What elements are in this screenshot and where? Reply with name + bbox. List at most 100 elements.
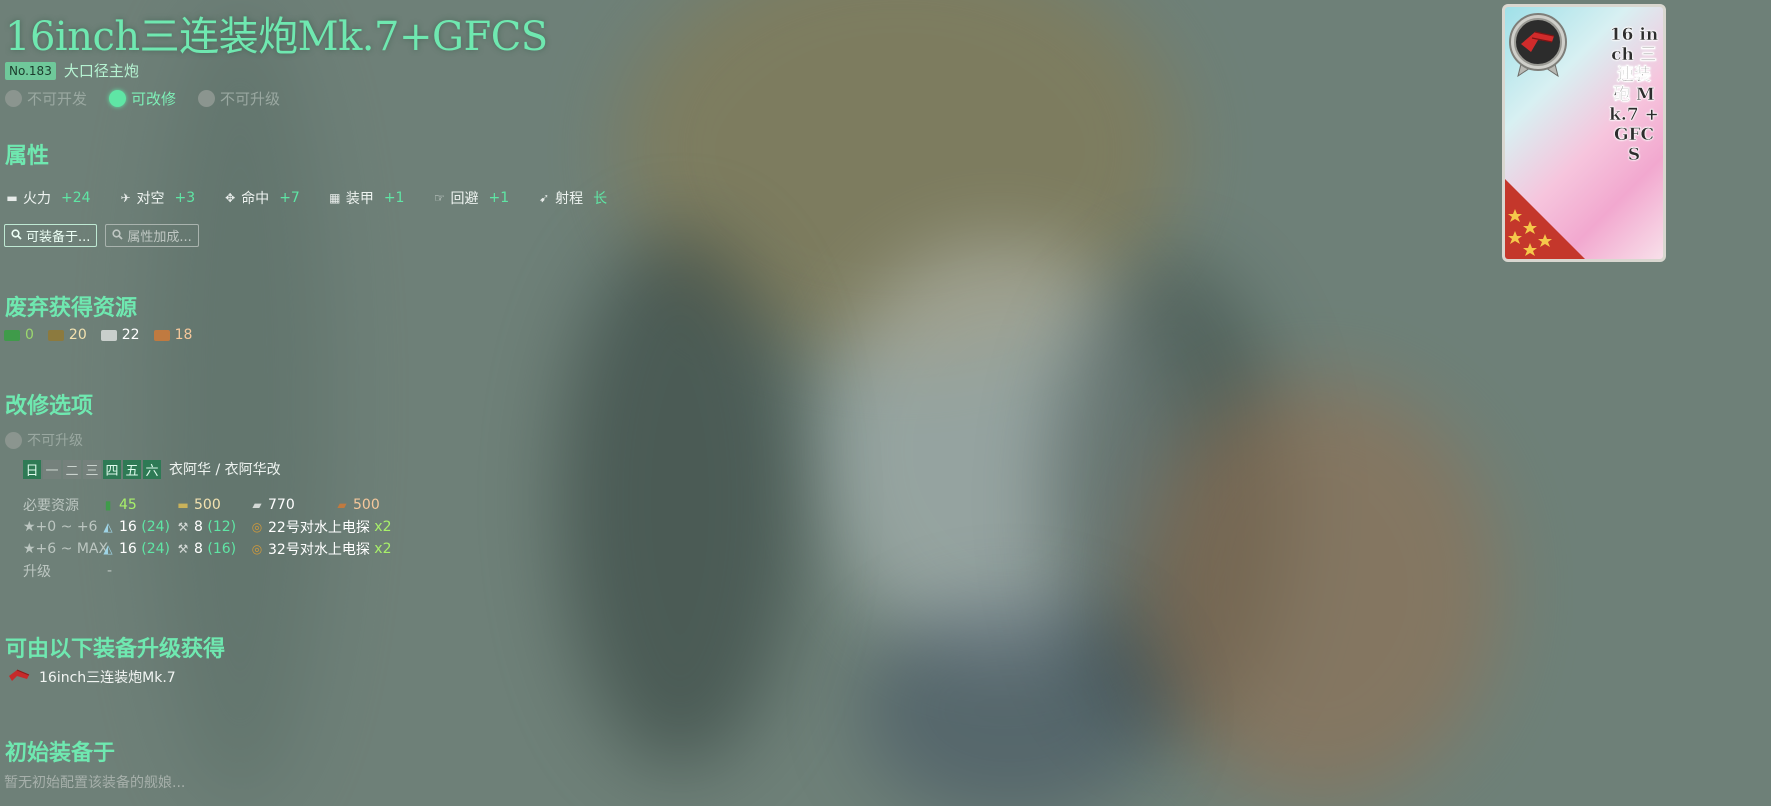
ammo-icon: ▬ — [177, 498, 189, 512]
required-fuel: ▮ 45 — [101, 497, 176, 513]
table-row: ★+0 ~ +6 ◭ 16 (24) ⚒ 8 (12) ◎ 22号对水上电探 x… — [23, 516, 391, 538]
status-dot-icon — [109, 90, 127, 107]
stat-value: 长 — [593, 191, 608, 207]
scrap-fuel-value: 0 — [25, 327, 34, 343]
day-tuesday: 二 — [63, 459, 81, 479]
equippable-by-label: 可装备于... — [26, 230, 91, 245]
table-row-required: 必要资源 ▮ 45 ▬ 500 ▰ 770 ▰ 500 — [23, 494, 391, 516]
stat-value: +1 — [383, 190, 405, 206]
section-heading-stats: 属性 — [5, 143, 50, 169]
devmat-value: 16 — [119, 541, 137, 557]
development-material-icon: ◭ — [103, 520, 113, 534]
equipment-type: 大口径主炮 — [63, 62, 139, 80]
accuracy-icon: ✥ — [225, 191, 236, 205]
improvement-screw-icon: ⚒ — [177, 542, 189, 556]
screw-sure-value: (16) — [207, 541, 237, 557]
improvement-range-label: ★+6 ~ MAX — [23, 541, 109, 557]
equipment-cost-count: x2 — [374, 519, 392, 535]
stat-armor: ▦ 装甲 +1 — [328, 188, 405, 208]
firepower-icon: ▬ — [6, 191, 18, 205]
stat-label: 射程 — [555, 191, 584, 207]
steel-icon — [100, 329, 117, 341]
scrap-steel-value: 22 — [121, 327, 140, 343]
improvement-upgrade-flag-label: 不可升级 — [27, 433, 83, 449]
scrap-ammo: 20 — [47, 327, 87, 343]
stat-label: 火力 — [23, 191, 51, 207]
scrap-bauxite: 18 — [153, 327, 193, 343]
flag-develop: 不可开发 — [5, 88, 87, 109]
fuel-icon — [4, 329, 20, 341]
section-heading-upgrade-from: 可由以下装备升级获得 — [5, 636, 226, 662]
equipment-detail-page: 16inch三连装炮Mk.7+GFCS No.183 大口径主炮 不可开发 可改… — [0, 0, 1771, 806]
radar-icon: ◎ — [251, 542, 263, 556]
required-bauxite: ▰ 500 — [335, 497, 380, 513]
scrap-resources: 0 20 22 18 — [4, 327, 206, 343]
stat-accuracy: ✥ 命中 +7 — [223, 188, 300, 208]
screw-sure-value: (12) — [207, 519, 237, 535]
devmat-value: 16 — [119, 519, 137, 535]
stat-label: 装甲 — [345, 191, 374, 207]
day-saturday: 六 — [143, 459, 161, 479]
flag-improvable-label: 可改修 — [131, 90, 177, 108]
bauxite-icon — [153, 329, 170, 341]
development-material-icon: ◭ — [103, 542, 113, 556]
improvement-table: 必要资源 ▮ 45 ▬ 500 ▰ 770 ▰ 500 ★+0 ~ +6 ◭ 1 — [23, 494, 391, 582]
improvement-screw-icon: ⚒ — [177, 520, 189, 534]
required-ammo: ▬ 500 — [176, 497, 250, 513]
day-friday: 五 — [123, 459, 141, 479]
stat-range: ➹ 射程 长 — [537, 188, 607, 208]
equipment-subtitle: No.183 大口径主炮 — [5, 60, 139, 81]
equipment-cost-name: 32号对水上电探 — [268, 542, 370, 558]
equipment-number-badge: No.183 — [5, 61, 56, 80]
search-icon — [11, 228, 22, 243]
stat-label: 回避 — [450, 191, 479, 207]
main-gun-icon — [8, 667, 30, 687]
stat-bonus-label: 属性加成... — [127, 230, 192, 245]
stat-evasion: ☞ 回避 +1 — [432, 188, 509, 208]
armor-icon: ▦ — [329, 191, 341, 205]
equippable-by-button[interactable]: 可装备于... — [4, 224, 98, 247]
improvement-days: 日 一 二 三 四 五 六 衣阿华 / 衣阿华改 — [23, 459, 281, 479]
status-dot-icon — [5, 90, 22, 107]
card-title: 16 inch 三連装砲 Mk.7 + GFCS — [1609, 25, 1659, 165]
stat-value: +1 — [488, 190, 510, 206]
required-bauxite-value: 500 — [353, 497, 380, 513]
stat-label: 对空 — [136, 191, 165, 207]
equipment-cost-name: 22号对水上电探 — [268, 520, 370, 536]
required-steel-value: 770 — [268, 497, 295, 513]
stat-anti-air: ✈ 对空 +3 — [119, 188, 196, 208]
flag-upgradable: 不可升级 — [198, 88, 280, 109]
required-label: 必要资源 — [23, 498, 79, 514]
steel-icon: ▰ — [252, 498, 262, 512]
required-steel: ▰ 770 — [250, 497, 335, 513]
equipment-card: 16 inch 三連装砲 Mk.7 + GFCS — [1502, 4, 1666, 262]
stat-value: +7 — [279, 190, 300, 206]
devmat-cost: ◭ 16 (24) — [101, 519, 176, 535]
scrap-bauxite-value: 18 — [174, 327, 193, 343]
main-gun-emblem-icon — [1509, 13, 1567, 78]
table-row: ★+6 ~ MAX ◭ 16 (24) ⚒ 8 (16) ◎ 32号对水上电探 … — [23, 538, 391, 560]
upgrade-from-item[interactable]: 16inch三连装炮Mk.7 — [8, 667, 176, 687]
screw-value: 8 — [194, 519, 203, 535]
stats-buttons: 可装备于... 属性加成... — [4, 224, 199, 247]
stat-label: 命中 — [241, 191, 270, 207]
range-icon: ➹ — [539, 191, 550, 205]
anti-air-icon: ✈ — [120, 191, 131, 205]
stat-bonus-button[interactable]: 属性加成... — [105, 224, 199, 247]
day-sunday: 日 — [23, 459, 41, 479]
day-wednesday: 三 — [83, 459, 101, 479]
initial-empty-text: 暂无初始配置该装备的舰娘... — [4, 775, 186, 791]
fuel-icon: ▮ — [104, 498, 112, 512]
upgrade-value: - — [107, 563, 113, 579]
search-icon — [112, 228, 124, 243]
ammo-icon — [47, 329, 64, 341]
upgrade-from-item-name: 16inch三连装炮Mk.7 — [39, 670, 176, 686]
devmat-sure-value: (24) — [141, 519, 171, 535]
flag-develop-label: 不可开发 — [27, 90, 88, 108]
equipment-cost-count: x2 — [374, 541, 392, 557]
stat-firepower: ▬ 火力 +24 — [5, 188, 90, 208]
screw-cost: ⚒ 8 (16) — [176, 541, 250, 557]
equipment-cost: ◎ 32号对水上电探 x2 — [250, 539, 392, 559]
page-title: 16inch三连装炮Mk.7+GFCS — [5, 14, 548, 60]
scrap-fuel: 0 — [4, 327, 34, 343]
